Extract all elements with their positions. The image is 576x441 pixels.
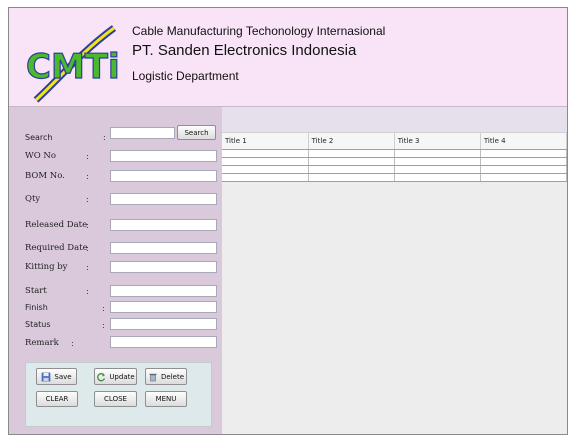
delete-button-label: Delete	[161, 372, 184, 381]
remark-colon: :	[71, 339, 74, 348]
qty-label: Qty	[25, 194, 41, 204]
bom-input[interactable]	[110, 170, 217, 182]
table-cell[interactable]	[222, 165, 309, 174]
column-header[interactable]: Title 4	[480, 133, 567, 150]
remark-input[interactable]	[110, 336, 217, 348]
table-cell[interactable]	[394, 173, 481, 182]
trash-icon	[149, 373, 157, 381]
table-cell[interactable]	[394, 149, 481, 158]
status-colon: :	[102, 321, 105, 330]
company-line: Cable Manufacturing Techonology Internas…	[132, 24, 386, 38]
start-input[interactable]	[110, 285, 217, 297]
data-table-area: Title 1 Title 2 Title 3 Title 4	[222, 132, 567, 434]
data-table: Title 1 Title 2 Title 3 Title 4	[222, 133, 567, 182]
refresh-icon	[97, 372, 106, 381]
wo-input[interactable]	[110, 150, 217, 162]
released-colon: :	[86, 221, 89, 230]
save-icon	[42, 372, 51, 381]
company-name: PT. Sanden Electronics Indonesia	[132, 42, 357, 59]
search-button[interactable]: Search	[177, 125, 216, 140]
qty-input[interactable]	[110, 193, 217, 205]
bom-colon: :	[86, 172, 89, 181]
department-name: Logistic Department	[132, 69, 239, 83]
remark-label: Remark	[25, 338, 59, 348]
table-cell[interactable]	[308, 165, 395, 174]
table-row[interactable]	[222, 149, 567, 158]
search-button-label: Search	[184, 128, 209, 137]
qty-colon: :	[86, 195, 89, 204]
update-button[interactable]: Update	[94, 368, 137, 385]
search-colon: :	[103, 133, 106, 142]
status-label: Status	[25, 320, 51, 329]
table-row[interactable]	[222, 173, 567, 182]
save-button-label: Save	[54, 372, 72, 381]
save-button[interactable]: Save	[36, 368, 77, 385]
required-date-input[interactable]	[110, 242, 217, 254]
wo-label: WO No	[25, 151, 56, 161]
cmti-logo: CMTi	[26, 25, 120, 103]
svg-text:CMTi: CMTi	[26, 47, 120, 87]
finish-label: Finish	[25, 303, 48, 312]
required-date-label: Required Date	[25, 243, 88, 253]
kitting-input[interactable]	[110, 261, 217, 273]
status-input[interactable]	[110, 318, 217, 330]
required-colon: :	[86, 244, 89, 253]
close-button-label: CLOSE	[104, 395, 127, 403]
table-cell[interactable]	[480, 157, 567, 166]
table-cell[interactable]	[308, 149, 395, 158]
table-cell[interactable]	[394, 157, 481, 166]
column-header[interactable]: Title 2	[308, 133, 395, 150]
bom-label: BOM No.	[25, 171, 65, 181]
delete-button[interactable]: Delete	[145, 368, 187, 385]
app-window: CMTi Cable Manufacturing Techonology Int…	[8, 7, 568, 435]
finish-colon: :	[102, 304, 105, 313]
close-button[interactable]: CLOSE	[94, 391, 137, 407]
released-date-input[interactable]	[110, 219, 217, 231]
clear-button-label: CLEAR	[45, 395, 69, 403]
header-banner: CMTi Cable Manufacturing Techonology Int…	[9, 8, 567, 107]
start-colon: :	[86, 287, 89, 296]
table-cell[interactable]	[222, 149, 309, 158]
table-cell[interactable]	[480, 165, 567, 174]
table-cell[interactable]	[394, 165, 481, 174]
column-header[interactable]: Title 3	[394, 133, 481, 150]
table-row[interactable]	[222, 165, 567, 174]
search-input[interactable]	[110, 127, 175, 139]
table-cell[interactable]	[308, 173, 395, 182]
kitting-label: Kitting by	[25, 262, 68, 272]
table-row[interactable]	[222, 157, 567, 166]
search-label: Search	[25, 133, 53, 142]
menu-button[interactable]: MENU	[145, 391, 187, 407]
menu-button-label: MENU	[155, 395, 177, 403]
finish-input[interactable]	[110, 301, 217, 313]
update-button-label: Update	[109, 372, 135, 381]
table-cell[interactable]	[222, 157, 309, 166]
clear-button[interactable]: CLEAR	[36, 391, 78, 407]
start-label: Start	[25, 286, 47, 296]
kitting-colon: :	[86, 263, 89, 272]
table-header-row: Title 1 Title 2 Title 3 Title 4	[222, 133, 567, 150]
table-cell[interactable]	[222, 173, 309, 182]
wo-colon: :	[86, 152, 89, 161]
table-cell[interactable]	[308, 157, 395, 166]
table-cell[interactable]	[480, 173, 567, 182]
released-date-label: Released Date	[25, 220, 88, 230]
table-cell[interactable]	[480, 149, 567, 158]
column-header[interactable]: Title 1	[222, 133, 309, 150]
